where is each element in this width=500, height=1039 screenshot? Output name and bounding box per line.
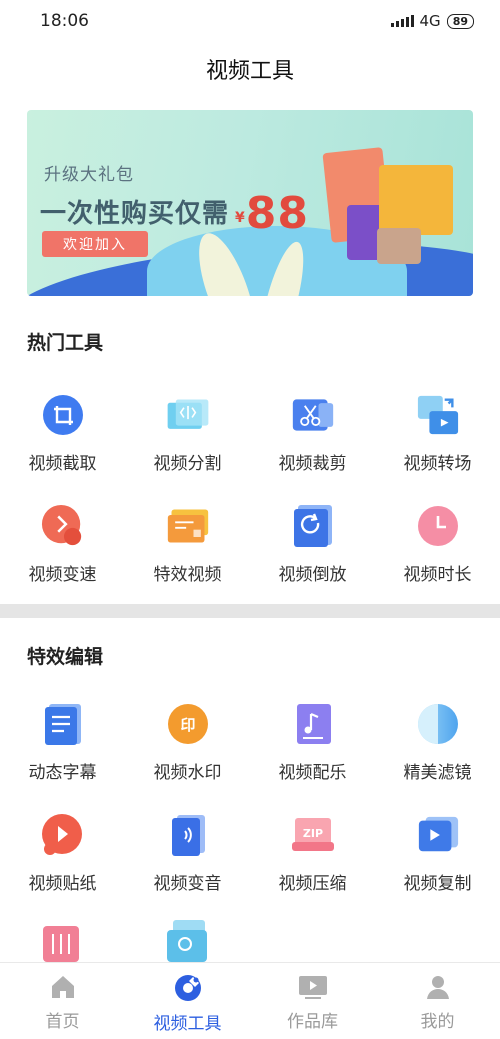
tab-label: 视频工具: [153, 1014, 222, 1034]
status-bar: 18:06 4G 89: [0, 0, 500, 42]
banner-headline-text: 一次性购买仅需: [40, 199, 230, 229]
tab-label: 我的: [420, 1012, 455, 1032]
tab-label: 作品库: [287, 1012, 338, 1032]
speed-icon: [41, 504, 85, 548]
tool-video-music[interactable]: 视频配乐: [250, 684, 375, 795]
svg-text:ZIP: ZIP: [302, 827, 322, 840]
status-icons: 4G 89: [390, 12, 474, 30]
profile-icon: [426, 976, 449, 999]
tool-label: 视频水印: [153, 763, 222, 783]
tool-voice-change[interactable]: 视频变音: [125, 795, 250, 906]
crop-icon: [41, 393, 85, 437]
copy-video-icon: [416, 813, 460, 857]
tool-label: 视频分割: [153, 454, 222, 474]
tool-label: 动态字幕: [28, 763, 97, 783]
tool-label: 视频倒放: [278, 565, 347, 585]
banner-subtitle: 升级大礼包: [44, 165, 134, 185]
tool-label: 视频时长: [403, 565, 472, 585]
gift-box-icon: [379, 165, 453, 235]
network-type: 4G: [419, 12, 441, 30]
tool-label: 视频截取: [28, 454, 97, 474]
tool-dynamic-subtitle[interactable]: 动态字幕: [0, 684, 125, 795]
battery-icon: 89: [446, 13, 474, 29]
palette-icon: [167, 920, 207, 962]
tool-video-duration[interactable]: 视频时长: [375, 486, 500, 597]
transition-icon: [416, 393, 460, 437]
tab-library[interactable]: 作品库: [250, 963, 375, 1039]
tool-label: 视频复制: [403, 874, 472, 894]
tool-video-speed[interactable]: 视频变速: [0, 486, 125, 597]
tool-label: 视频裁剪: [278, 454, 347, 474]
tab-home[interactable]: 首页: [0, 963, 125, 1039]
banner-currency: ¥: [235, 210, 246, 226]
home-icon: [51, 976, 74, 998]
tool-filter[interactable]: 精美滤镜: [375, 684, 500, 795]
banner-price: 88: [245, 188, 309, 239]
tab-label: 首页: [45, 1012, 80, 1032]
zip-icon: ZIP: [291, 813, 335, 857]
effect-edit-title: 特效编辑: [27, 646, 104, 668]
video-tools-icon: [174, 975, 201, 1001]
music-icon: [291, 702, 335, 746]
voice-change-icon: [166, 813, 210, 857]
bottom-tab-bar: 首页 视频工具 作品库 我的: [0, 962, 500, 1039]
sticker-icon: [41, 813, 85, 857]
mixer-icon: [43, 926, 79, 962]
signal-icon: [390, 15, 414, 27]
tool-label: 视频变音: [153, 874, 222, 894]
svg-text:印: 印: [180, 716, 195, 734]
subtitle-icon: [41, 702, 85, 746]
tool-video-watermark[interactable]: 印 视频水印: [125, 684, 250, 795]
tab-profile[interactable]: 我的: [375, 963, 500, 1039]
clock-icon: [416, 504, 460, 548]
tab-video-tools[interactable]: 视频工具: [125, 963, 250, 1039]
reverse-icon: [291, 504, 335, 548]
effect-edit-grid: 动态字幕 印 视频水印 视频配乐 精美滤镜 视频贴纸 视频变音 ZIP 视频压缩: [0, 684, 500, 906]
tool-label: 视频配乐: [278, 763, 347, 783]
hot-tools-grid: 视频截取 视频分割 视频裁剪 视频转场 视频变速 特效视频 视频倒放 视频时长: [0, 375, 500, 597]
tool-video-transition[interactable]: 视频转场: [375, 375, 500, 486]
effects-icon: [166, 504, 210, 548]
tool-effects-video[interactable]: 特效视频: [125, 486, 250, 597]
tool-label: 视频压缩: [278, 874, 347, 894]
tool-label: 精美滤镜: [403, 763, 472, 783]
tool-label: 视频贴纸: [28, 874, 97, 894]
hot-tools-title: 热门工具: [27, 332, 104, 354]
watermark-icon: 印: [166, 702, 210, 746]
tool-video-copy[interactable]: 视频复制: [375, 795, 500, 906]
filter-icon: [416, 702, 460, 746]
tool-label: 特效视频: [153, 565, 222, 585]
tool-video-compress[interactable]: ZIP 视频压缩: [250, 795, 375, 906]
tool-video-cut[interactable]: 视频裁剪: [250, 375, 375, 486]
scissors-icon: [291, 393, 335, 437]
tool-label: 视频变速: [28, 565, 97, 585]
tool-label: 视频转场: [403, 454, 472, 474]
promo-banner[interactable]: 升级大礼包 一次性购买仅需 ¥88 欢迎加入: [27, 110, 473, 296]
tool-video-split[interactable]: 视频分割: [125, 375, 250, 486]
status-time: 18:06: [40, 11, 89, 31]
split-icon: [166, 393, 210, 437]
join-button[interactable]: 欢迎加入: [42, 231, 148, 257]
tool-video-reverse[interactable]: 视频倒放: [250, 486, 375, 597]
library-icon: [298, 976, 327, 999]
partial-tool-mixer[interactable]: [41, 920, 85, 962]
tool-video-trim[interactable]: 视频截取: [0, 375, 125, 486]
partial-tool-palette[interactable]: [165, 918, 211, 962]
tool-video-sticker[interactable]: 视频贴纸: [0, 795, 125, 906]
section-divider: [0, 604, 500, 618]
gift-box-icon: [377, 228, 421, 264]
page-title: 视频工具: [205, 59, 294, 84]
